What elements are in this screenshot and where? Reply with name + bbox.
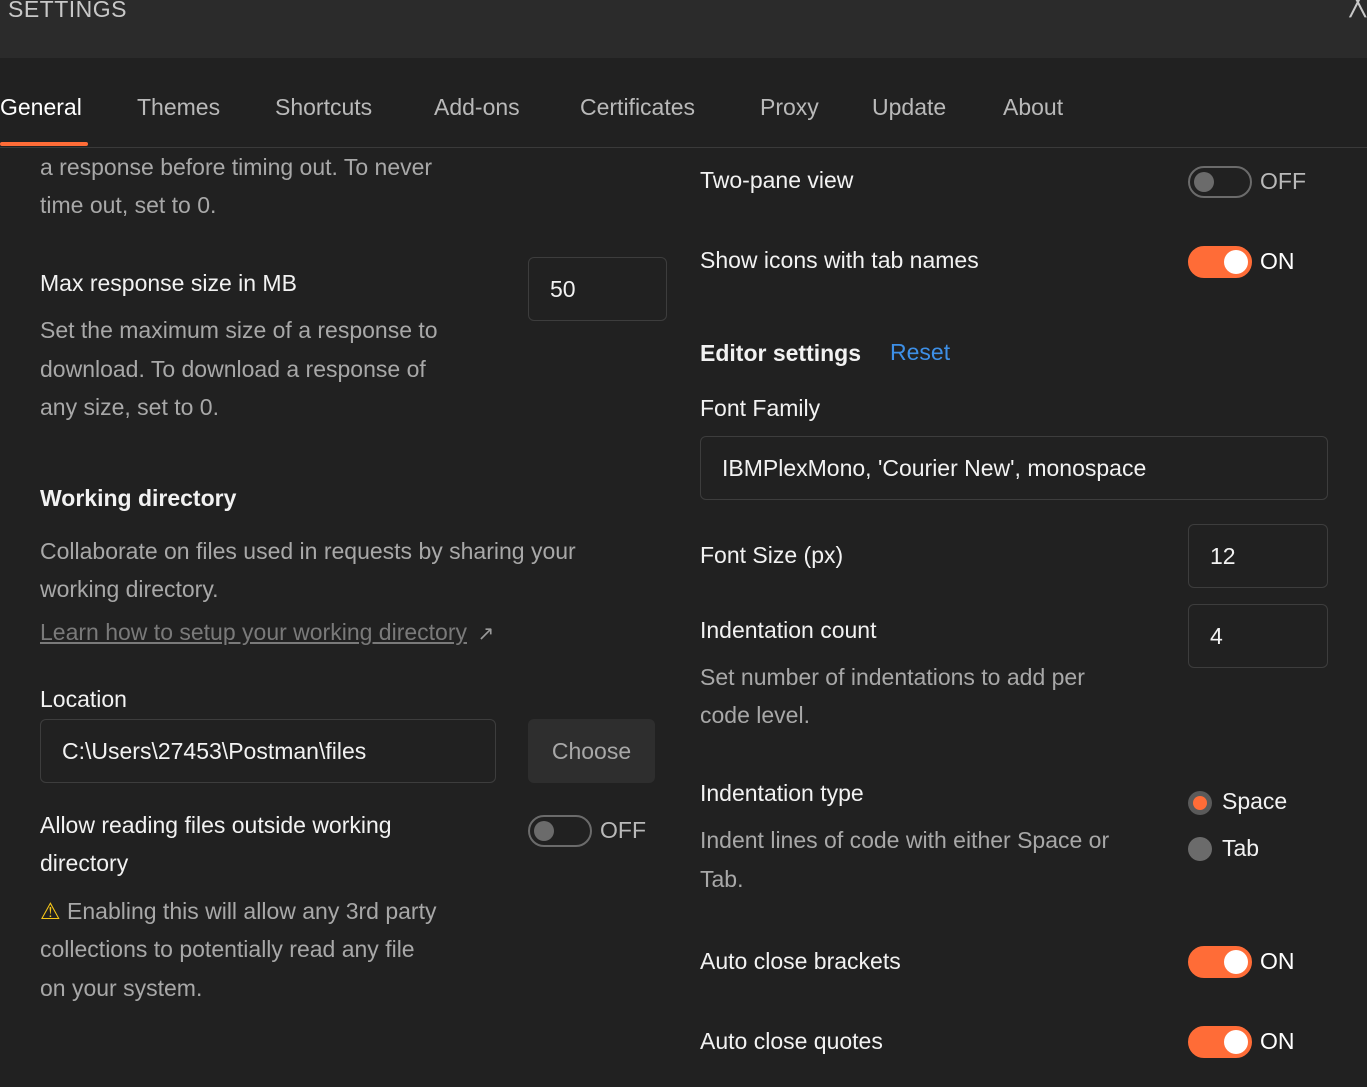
show-icons-toggle[interactable] bbox=[1188, 246, 1252, 278]
allow-outside-warning-line-2: collections to potentially read any file bbox=[40, 936, 415, 962]
tab-themes[interactable]: Themes bbox=[137, 94, 220, 121]
working-directory-description-line-2: working directory. bbox=[40, 576, 219, 602]
working-directory-heading: Working directory bbox=[40, 485, 237, 511]
allow-outside-warning-line-1: ⚠ Enabling this will allow any 3rd party bbox=[40, 892, 436, 931]
show-icons-toggle-state: ON bbox=[1260, 248, 1295, 274]
auto-close-quotes-toggle-state: ON bbox=[1260, 1028, 1295, 1054]
indentation-type-label: Indentation type bbox=[700, 780, 864, 806]
max-response-description-line-2: download. To download a response of bbox=[40, 356, 426, 382]
two-pane-view-toggle-state: OFF bbox=[1260, 168, 1306, 194]
close-icon[interactable]: ╳ bbox=[1350, 0, 1367, 15]
indentation-type-description-line-1: Indent lines of code with either Space o… bbox=[700, 827, 1110, 853]
indentation-count-label: Indentation count bbox=[700, 617, 877, 643]
font-size-label: Font Size (px) bbox=[700, 542, 844, 568]
window-title: SETTINGS bbox=[8, 0, 128, 22]
allow-outside-toggle[interactable] bbox=[528, 815, 592, 847]
reset-link[interactable]: Reset bbox=[890, 339, 950, 366]
radio-space-label[interactable]: Space bbox=[1222, 788, 1287, 815]
two-pane-view-toggle[interactable] bbox=[1188, 166, 1252, 198]
toggle-knob bbox=[1224, 250, 1248, 274]
auto-close-quotes-toggle[interactable] bbox=[1188, 1026, 1252, 1058]
radio-tab-label[interactable]: Tab bbox=[1222, 835, 1259, 862]
tab-shortcuts[interactable]: Shortcuts bbox=[275, 94, 372, 121]
allow-outside-warning-text-1: Enabling this will allow any 3rd party bbox=[67, 898, 437, 924]
allow-outside-label-line-1: Allow reading files outside working bbox=[40, 812, 392, 838]
font-family-label: Font Family bbox=[700, 395, 821, 421]
font-family-input[interactable]: IBMPlexMono, 'Courier New', monospace bbox=[700, 436, 1328, 500]
indentation-count-description-line-2: code level. bbox=[700, 702, 810, 728]
allow-outside-label-line-2: directory bbox=[40, 850, 129, 876]
tab-update[interactable]: Update bbox=[872, 94, 946, 121]
choose-button[interactable]: Choose bbox=[528, 719, 655, 783]
show-icons-label: Show icons with tab names bbox=[700, 247, 979, 273]
indentation-count-input[interactable]: 4 bbox=[1188, 604, 1328, 668]
tab-proxy[interactable]: Proxy bbox=[760, 94, 819, 121]
timeout-description-line-1: a response before timing out. To never bbox=[40, 154, 433, 180]
auto-close-brackets-label: Auto close brackets bbox=[700, 948, 901, 974]
toggle-knob bbox=[1224, 950, 1248, 974]
active-tab-indicator bbox=[0, 142, 88, 146]
working-directory-description-line-1: Collaborate on files used in requests by… bbox=[40, 538, 576, 564]
warning-icon: ⚠ bbox=[40, 898, 61, 924]
location-label: Location bbox=[40, 686, 127, 712]
auto-close-quotes-label: Auto close quotes bbox=[700, 1028, 883, 1054]
toggle-knob bbox=[1224, 1030, 1248, 1054]
auto-close-brackets-toggle[interactable] bbox=[1188, 946, 1252, 978]
working-directory-help-link-text[interactable]: Learn how to setup your working director… bbox=[40, 619, 467, 645]
tab-general[interactable]: General bbox=[0, 94, 82, 121]
tab-about[interactable]: About bbox=[1003, 94, 1063, 121]
location-input[interactable]: C:\Users\27453\Postman\files bbox=[40, 719, 496, 783]
auto-close-brackets-toggle-state: ON bbox=[1260, 948, 1295, 974]
working-directory-help-link[interactable]: Learn how to setup your working director… bbox=[40, 619, 494, 646]
timeout-description-line-2: time out, set to 0. bbox=[40, 192, 217, 218]
toggle-knob bbox=[534, 821, 554, 841]
indentation-type-description-line-2: Tab. bbox=[700, 866, 744, 892]
radio-tab[interactable] bbox=[1188, 837, 1212, 861]
toggle-knob bbox=[1194, 172, 1214, 192]
max-response-size-input[interactable]: 50 bbox=[528, 257, 667, 321]
allow-outside-toggle-state: OFF bbox=[600, 817, 646, 843]
allow-outside-warning-line-3: on your system. bbox=[40, 975, 203, 1001]
max-response-description-line-1: Set the maximum size of a response to bbox=[40, 317, 438, 343]
tab-add-ons[interactable]: Add-ons bbox=[434, 94, 520, 121]
radio-space[interactable] bbox=[1188, 791, 1212, 815]
external-link-icon: ↗ bbox=[477, 623, 495, 645]
settings-tabs: General Themes Shortcuts Add-ons Certifi… bbox=[0, 58, 1367, 148]
tab-certificates[interactable]: Certificates bbox=[580, 94, 695, 121]
two-pane-view-label: Two-pane view bbox=[700, 167, 854, 193]
indentation-count-description-line-1: Set number of indentations to add per bbox=[700, 664, 1085, 690]
font-size-input[interactable]: 12 bbox=[1188, 524, 1328, 588]
title-bar: SETTINGS ╳ bbox=[0, 0, 1367, 58]
max-response-size-label: Max response size in MB bbox=[40, 270, 297, 296]
max-response-description-line-3: any size, set to 0. bbox=[40, 394, 219, 420]
editor-settings-heading: Editor settings bbox=[700, 340, 862, 366]
